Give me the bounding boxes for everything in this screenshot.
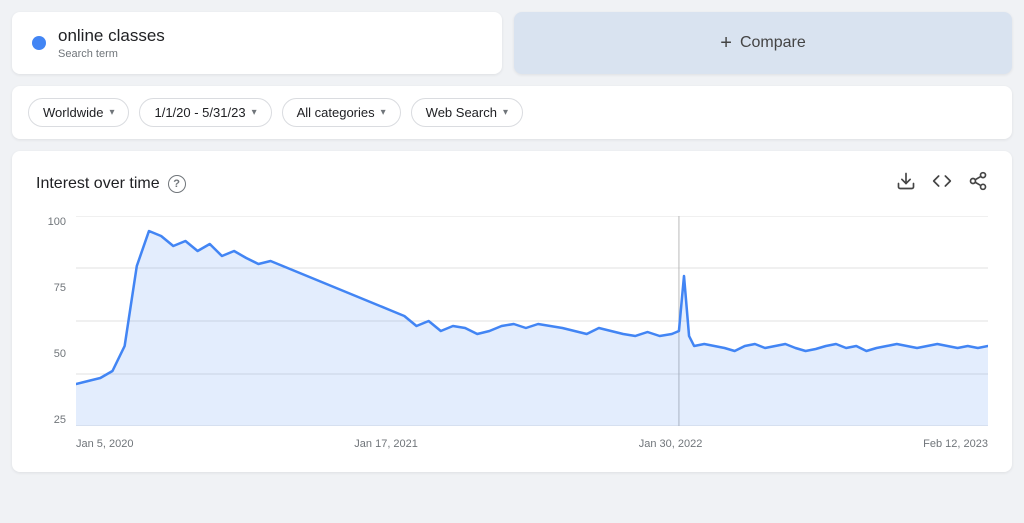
help-icon[interactable]: ? (168, 175, 186, 193)
line-chart (76, 216, 988, 426)
chart-area: 100 75 50 25 Jan 5, (36, 216, 988, 456)
chart-svg-container (76, 216, 988, 426)
x-label-feb2023: Feb 12, 2023 (923, 438, 988, 450)
location-filter[interactable]: Worldwide ▾ (28, 98, 129, 127)
y-label-75: 75 (54, 282, 66, 294)
chart-card: Interest over time ? (12, 151, 1012, 472)
code-icon[interactable] (932, 171, 952, 196)
location-chevron: ▾ (109, 107, 114, 118)
share-icon[interactable] (968, 171, 988, 196)
search-term-label: online classes (58, 26, 165, 46)
y-axis: 100 75 50 25 (36, 216, 72, 426)
x-label-jan2021: Jan 17, 2021 (354, 438, 418, 450)
search-term-sublabel: Search term (58, 48, 165, 60)
x-label-jan2020: Jan 5, 2020 (76, 438, 134, 450)
search-term-card: online classes Search term (12, 12, 502, 74)
y-label-50: 50 (54, 348, 66, 360)
date-range-chevron: ▾ (252, 107, 257, 118)
compare-card[interactable]: + Compare (514, 12, 1012, 74)
search-type-chevron: ▾ (503, 107, 508, 118)
y-label-25: 25 (54, 414, 66, 426)
category-chevron: ▾ (381, 107, 386, 118)
y-label-100: 100 (48, 216, 66, 228)
date-range-label: 1/1/20 - 5/31/23 (154, 105, 245, 120)
compare-plus-icon: + (720, 32, 732, 55)
search-type-label: Web Search (426, 105, 497, 120)
location-label: Worldwide (43, 105, 103, 120)
compare-label: Compare (740, 34, 806, 52)
chart-title: Interest over time (36, 175, 160, 193)
search-term-dot (32, 36, 46, 50)
category-label: All categories (297, 105, 375, 120)
search-type-filter[interactable]: Web Search ▾ (411, 98, 523, 127)
x-label-jan2022: Jan 30, 2022 (639, 438, 703, 450)
filters-row: Worldwide ▾ 1/1/20 - 5/31/23 ▾ All categ… (12, 86, 1012, 139)
x-axis: Jan 5, 2020 Jan 17, 2021 Jan 30, 2022 Fe… (76, 432, 988, 456)
category-filter[interactable]: All categories ▾ (282, 98, 401, 127)
date-range-filter[interactable]: 1/1/20 - 5/31/23 ▾ (139, 98, 271, 127)
download-icon[interactable] (896, 171, 916, 196)
